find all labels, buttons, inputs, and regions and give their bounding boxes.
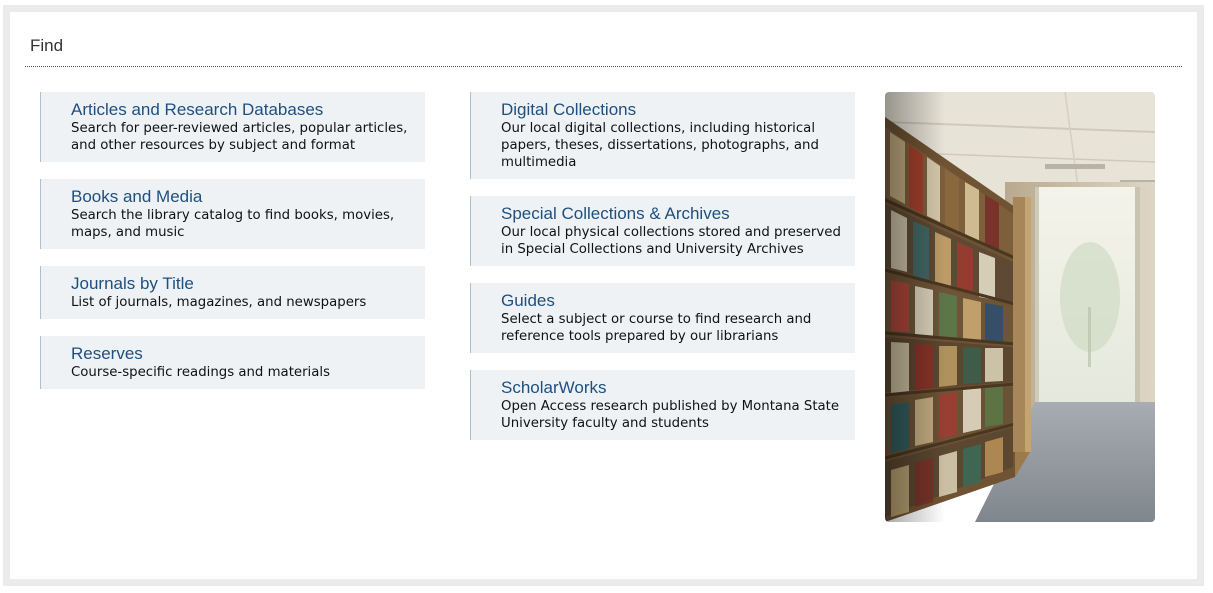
card-description: Course-specific readings and materials xyxy=(71,365,331,380)
link-journals-by-title[interactable]: Journals by Title xyxy=(71,274,417,294)
card-digital-collections: Digital Collections Our local digital co… xyxy=(470,92,855,179)
link-special-collections[interactable]: Special Collections & Archives xyxy=(501,204,847,224)
card-description: Our local digital collections, including… xyxy=(501,121,819,170)
card-articles-databases: Articles and Research Databases Search f… xyxy=(40,92,425,162)
card-description: Search for peer-reviewed articles, popul… xyxy=(71,121,408,153)
library-bookshelves-photo xyxy=(885,92,1155,522)
card-books-media: Books and Media Search the library catal… xyxy=(40,179,425,249)
card-description: Open Access research published by Montan… xyxy=(501,399,840,431)
find-panel: Find Articles and Research Databases Sea… xyxy=(3,5,1204,586)
card-guides: Guides Select a subject or course to fin… xyxy=(470,283,855,353)
card-scholarworks: ScholarWorks Open Access research publis… xyxy=(470,370,855,440)
link-scholarworks[interactable]: ScholarWorks xyxy=(501,378,847,398)
card-journals-by-title: Journals by Title List of journals, maga… xyxy=(40,266,425,319)
link-reserves[interactable]: Reserves xyxy=(71,344,417,364)
link-articles-databases[interactable]: Articles and Research Databases xyxy=(71,100,417,120)
section-title: Find xyxy=(30,36,64,55)
card-reserves: Reserves Course-specific readings and ma… xyxy=(40,336,425,389)
card-description: Our local physical collections stored an… xyxy=(501,225,841,257)
link-digital-collections[interactable]: Digital Collections xyxy=(501,100,847,120)
card-description: Search the library catalog to find books… xyxy=(71,208,395,240)
card-description: Select a subject or course to find resea… xyxy=(501,312,812,344)
link-books-media[interactable]: Books and Media xyxy=(71,187,417,207)
section-divider xyxy=(25,66,1182,67)
card-special-collections: Special Collections & Archives Our local… xyxy=(470,196,855,266)
middle-link-column: Digital Collections Our local digital co… xyxy=(470,92,855,457)
card-description: List of journals, magazines, and newspap… xyxy=(71,295,367,310)
left-link-column: Articles and Research Databases Search f… xyxy=(40,92,425,406)
link-guides[interactable]: Guides xyxy=(501,291,847,311)
